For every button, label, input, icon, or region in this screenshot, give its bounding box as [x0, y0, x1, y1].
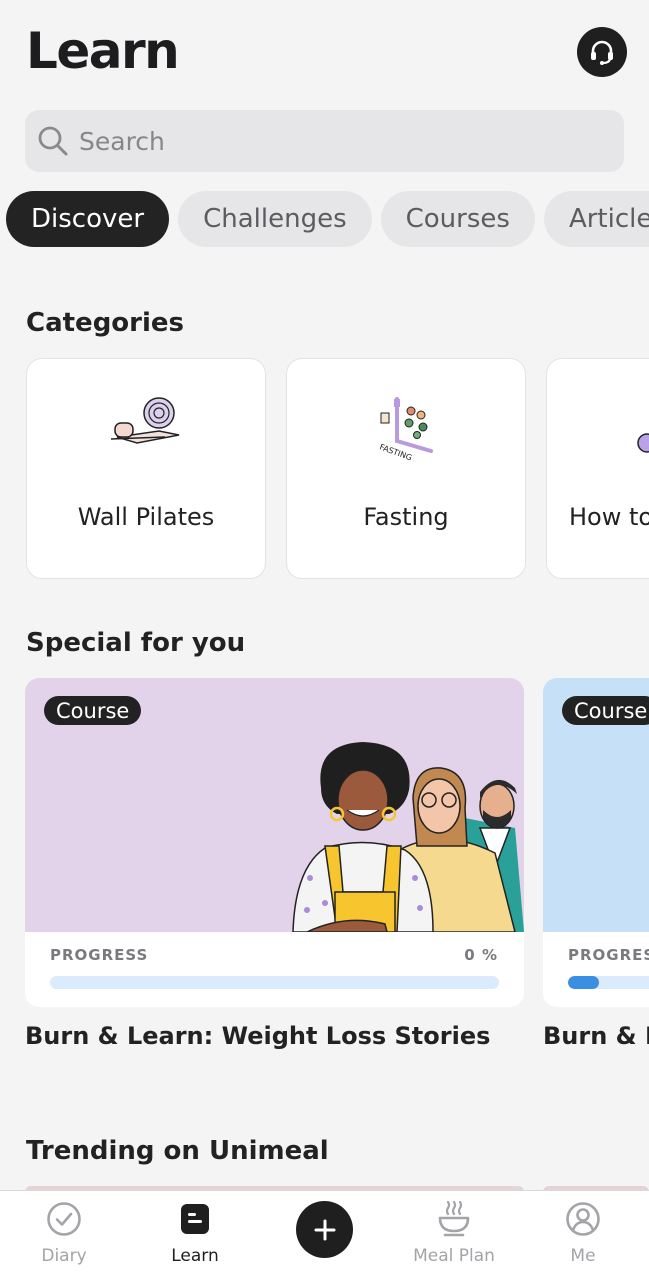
category-card-how-to[interactable]: How to: [546, 358, 649, 579]
search-icon: [38, 126, 68, 156]
nav-label: Diary: [41, 1246, 87, 1266]
tab-articles[interactable]: Articles: [543, 191, 649, 247]
categories-carousel: Wall Pilates FASTING Fasting How to: [26, 358, 649, 580]
category-card-fasting[interactable]: FASTING Fasting: [286, 358, 526, 579]
course-card[interactable]: Course PROGRESS: [543, 678, 649, 1007]
special-for-you-title: Special for you: [26, 628, 246, 658]
nav-me[interactable]: Me: [528, 1191, 638, 1280]
add-button[interactable]: [296, 1201, 353, 1258]
course-titles: Burn & Learn: Weight Loss Stories Burn & …: [25, 1022, 649, 1056]
category-label: How to: [569, 503, 649, 531]
user-icon: [566, 1202, 600, 1236]
category-label: Fasting: [363, 503, 449, 531]
tab-discover[interactable]: Discover: [6, 191, 170, 247]
course-title[interactable]: Burn & Learn: [543, 1022, 649, 1050]
check-circle-icon: [47, 1202, 81, 1236]
nav-meal-plan[interactable]: Meal Plan: [399, 1191, 509, 1280]
bottom-nav: Diary Learn Meal Plan Me: [0, 1190, 649, 1280]
progress-label: PROGRESS: [50, 946, 149, 964]
nav-label: Me: [570, 1246, 596, 1266]
progress-label: PROGRESS: [568, 946, 649, 964]
learn-icon: [181, 1204, 209, 1234]
category-icon: [637, 433, 649, 453]
trending-title: Trending on Unimeal: [26, 1136, 329, 1166]
page-title: Learn: [26, 22, 180, 80]
course-badge: Course: [562, 696, 649, 725]
tab-courses[interactable]: Courses: [380, 191, 535, 247]
nav-learn[interactable]: Learn: [140, 1191, 250, 1280]
progress-bar: [568, 976, 649, 989]
bowl-icon: [438, 1201, 470, 1237]
headset-icon: [591, 40, 613, 65]
categories-title: Categories: [26, 308, 185, 338]
tab-challenges[interactable]: Challenges: [178, 191, 372, 247]
fasting-icon: FASTING: [378, 397, 433, 462]
progress-fill: [568, 976, 600, 989]
progress-value: 0 %: [464, 946, 498, 964]
course-card[interactable]: Course PROGRESS 0 %: [25, 678, 524, 1007]
search-input[interactable]: Search: [25, 110, 624, 172]
course-badge: Course: [44, 696, 142, 725]
nav-label: Learn: [171, 1246, 219, 1266]
yoga-mat-icon: [110, 397, 180, 444]
progress-bar: [50, 976, 499, 989]
category-card-wall-pilates[interactable]: Wall Pilates: [26, 358, 266, 579]
category-label: Wall Pilates: [77, 503, 215, 531]
support-button[interactable]: [577, 27, 627, 77]
search-placeholder: Search: [79, 126, 165, 156]
plus-icon: [314, 1219, 335, 1240]
nav-label: Meal Plan: [413, 1246, 495, 1266]
tab-bar: DiscoverChallengesCoursesArticles: [6, 191, 649, 249]
nav-diary[interactable]: Diary: [9, 1191, 119, 1280]
special-carousel: Course PROGRESS 0 % Course PROGRESS: [25, 678, 649, 1008]
course-title[interactable]: Burn & Learn: Weight Loss Stories: [25, 1022, 524, 1050]
